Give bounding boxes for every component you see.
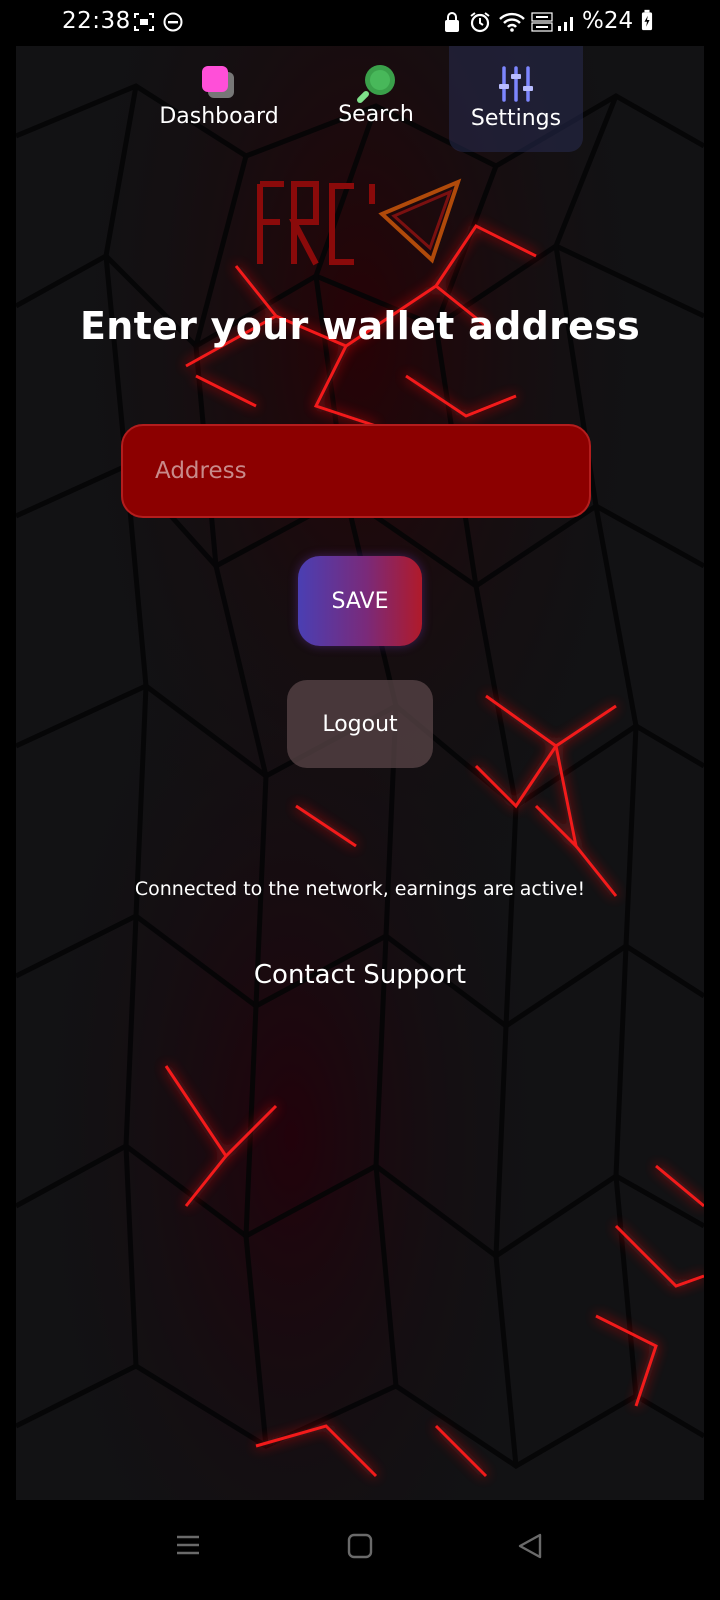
tab-search-label: Search	[338, 102, 414, 127]
recent-apps-icon	[177, 1535, 199, 1555]
status-time: 22:38	[62, 8, 131, 34]
signal-icon	[558, 17, 573, 31]
network-status-message: Connected to the network, earnings are a…	[134, 878, 586, 900]
home-icon	[347, 1533, 373, 1559]
volte-icon	[531, 12, 553, 32]
battery-charging-icon	[641, 9, 653, 31]
save-button[interactable]: SAVE	[298, 556, 422, 646]
recent-apps-button[interactable]	[158, 1522, 218, 1582]
search-icon	[357, 65, 395, 103]
alarm-icon	[470, 12, 490, 33]
tab-dashboard-label: Dashboard	[159, 104, 279, 129]
do-not-disturb-icon	[163, 12, 183, 32]
screenshot-icon	[134, 13, 154, 31]
home-button[interactable]	[330, 1522, 390, 1582]
app-logo-image	[257, 178, 462, 266]
page-title: Enter your wallet address	[79, 304, 641, 348]
settings-sliders-icon	[499, 66, 533, 102]
app-screen: Dashboard Search Settings Enter your wal…	[16, 46, 704, 1500]
back-icon	[518, 1533, 542, 1559]
contact-support-link[interactable]: Contact Support	[16, 960, 704, 990]
tab-settings[interactable]: Settings	[449, 46, 583, 152]
battery-percent: %24	[582, 8, 634, 34]
system-nav-bar	[0, 1500, 720, 1600]
dashboard-icon	[202, 66, 234, 98]
tab-dashboard[interactable]: Dashboard	[154, 46, 284, 146]
tab-settings-label: Settings	[470, 106, 562, 131]
status-bar: 22:38 %24	[0, 0, 720, 46]
wallet-address-input[interactable]	[121, 424, 591, 518]
wifi-icon	[499, 12, 525, 32]
lock-icon	[445, 12, 459, 32]
logout-button[interactable]: Logout	[287, 680, 433, 768]
tab-search[interactable]: Search	[326, 46, 426, 146]
back-button[interactable]	[500, 1522, 560, 1582]
